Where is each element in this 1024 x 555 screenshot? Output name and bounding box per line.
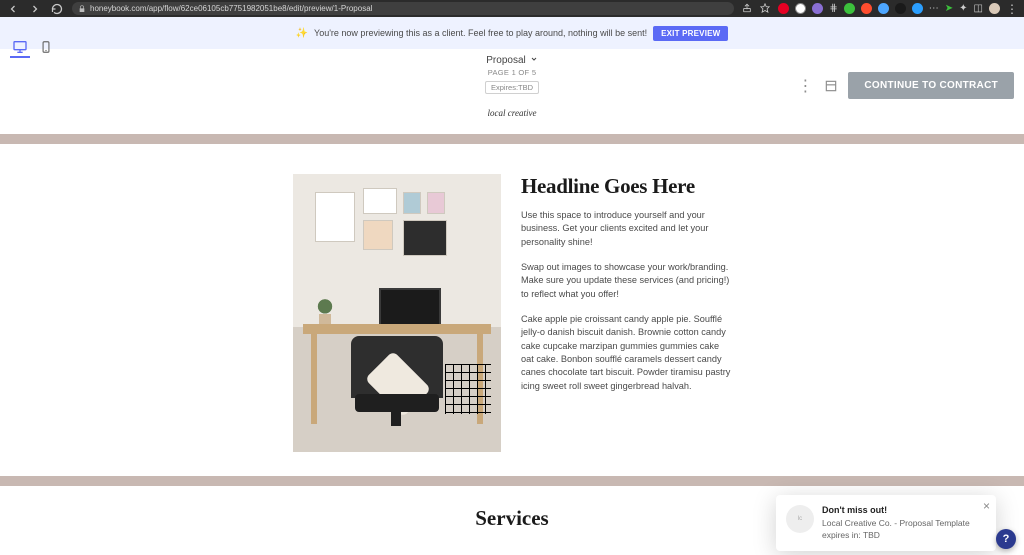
grid-icon[interactable]: ⋕ xyxy=(829,3,837,14)
url-text: honeybook.com/app/flow/62ce06105cb775198… xyxy=(90,4,372,13)
extension-icon[interactable] xyxy=(861,3,872,14)
mobile-view-button[interactable] xyxy=(36,38,56,58)
toast-body: Local Creative Co. - Proposal Template e… xyxy=(822,518,984,541)
expires-badge: Expires:TBD xyxy=(485,81,539,94)
page-count: PAGE 1 OF 5 xyxy=(488,68,537,77)
pinterest-icon[interactable] xyxy=(778,3,789,14)
extension-icon[interactable] xyxy=(895,3,906,14)
more-extensions-icon[interactable]: ⋯ xyxy=(929,3,939,14)
layout-toggle-button[interactable] xyxy=(822,77,840,95)
intro-paragraph-2: Swap out images to showcase your work/br… xyxy=(521,261,731,301)
reload-button[interactable] xyxy=(50,2,64,16)
hero-image xyxy=(293,174,501,452)
bookmark-star-icon[interactable] xyxy=(760,0,770,18)
divider-stripe xyxy=(0,134,1024,144)
side-panel-icon[interactable]: ◫ xyxy=(974,3,983,14)
more-options-button[interactable]: ⋮ xyxy=(796,77,814,95)
extension-icon[interactable] xyxy=(795,3,806,14)
extensions-puzzle-icon[interactable]: ✦ xyxy=(959,3,967,14)
extension-icon[interactable]: ➤ xyxy=(945,3,953,14)
dropdown-label: Proposal xyxy=(486,55,525,66)
lock-icon xyxy=(78,0,86,18)
extension-icon[interactable] xyxy=(844,3,855,14)
toast-avatar: lc xyxy=(786,505,814,533)
toast-close-button[interactable]: × xyxy=(983,499,990,513)
extension-icon[interactable] xyxy=(878,3,889,14)
divider-stripe xyxy=(0,476,1024,486)
intro-paragraph-3: Cake apple pie croissant candy apple pie… xyxy=(521,313,731,393)
chrome-menu-icon[interactable]: ⋮ xyxy=(1006,2,1018,16)
brand-logo: local creative xyxy=(488,108,537,118)
extension-icon[interactable] xyxy=(912,3,923,14)
sparkle-icon: ✨ xyxy=(296,28,308,39)
forward-button[interactable] xyxy=(28,2,42,16)
page-viewport: ✨ You're now previewing this as a client… xyxy=(0,17,1024,555)
intro-paragraph-1: Use this space to introduce yourself and… xyxy=(521,209,731,249)
device-toggle xyxy=(10,36,56,58)
intro-text-column: Headline Goes Here Use this space to int… xyxy=(521,174,731,452)
share-icon[interactable] xyxy=(742,0,752,18)
banner-text: You're now previewing this as a client. … xyxy=(314,28,647,38)
extension-icon[interactable] xyxy=(812,3,823,14)
continue-to-contract-button[interactable]: CONTINUE TO CONTRACT xyxy=(848,72,1014,99)
browser-toolbar: honeybook.com/app/flow/62ce06105cb775198… xyxy=(0,0,1024,17)
extension-icons: ⋕ ⋯ ➤ ✦ ◫ ⋮ xyxy=(778,2,1018,16)
profile-avatar[interactable] xyxy=(989,3,1000,14)
desktop-view-button[interactable] xyxy=(10,38,30,58)
chevron-down-icon xyxy=(530,55,538,66)
address-bar[interactable]: honeybook.com/app/flow/62ce06105cb775198… xyxy=(72,2,734,15)
headline: Headline Goes Here xyxy=(521,174,731,199)
help-button[interactable]: ? xyxy=(996,529,1016,549)
page-selector-dropdown[interactable]: Proposal xyxy=(486,55,537,66)
back-button[interactable] xyxy=(6,2,20,16)
intro-section: Headline Goes Here Use this space to int… xyxy=(0,144,1024,452)
toast-title: Don't miss out! xyxy=(822,505,984,515)
reminder-toast: lc Don't miss out! Local Creative Co. - … xyxy=(776,495,996,551)
exit-preview-button[interactable]: EXIT PREVIEW xyxy=(653,26,728,41)
